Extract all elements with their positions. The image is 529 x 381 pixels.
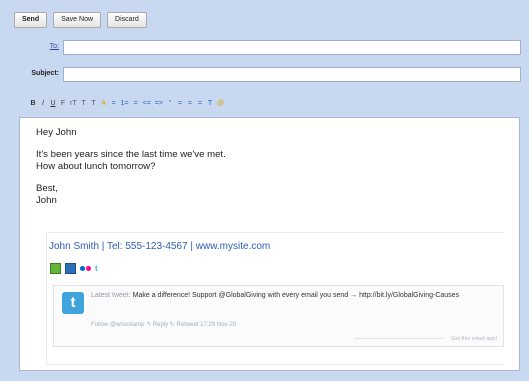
send-button[interactable]: Send xyxy=(14,12,48,28)
divider xyxy=(354,338,443,339)
sender-name: John xyxy=(36,195,57,206)
save-now-button[interactable]: Save Now xyxy=(53,12,102,28)
font-icon[interactable]: F xyxy=(60,100,66,107)
tweet-body[interactable]: Make a difference! Support @GlobalGiving… xyxy=(133,292,459,299)
discard-button[interactable]: Discard xyxy=(107,12,147,28)
body-line-2: How about lunch tomorrow? xyxy=(36,161,156,172)
to-row: To: xyxy=(0,40,529,56)
latest-tweet-box: t Latest tweet: Make a difference! Suppo… xyxy=(53,285,504,347)
signature-contact-line[interactable]: John Smith | Tel: 555-123-4567 | www.mys… xyxy=(49,241,270,252)
indent-less-icon[interactable]: <= xyxy=(143,100,151,107)
twitter-logo-icon[interactable]: t xyxy=(62,292,84,314)
compose-toolbar: Send Save Now Discard xyxy=(14,12,147,28)
linkedin-icon[interactable] xyxy=(65,263,76,274)
numbered-list-icon[interactable]: 1= xyxy=(121,100,129,107)
underline-icon[interactable]: U xyxy=(50,100,56,107)
myspace-icon[interactable] xyxy=(50,263,61,274)
formatting-toolbar: B I U F rT T T A = 1= = <= => “ = = = T … xyxy=(30,100,224,107)
tweet-meta[interactable]: Follow @wisestamp ↰ Reply ↻ Retweet 17:2… xyxy=(91,321,236,328)
font-size-icon[interactable]: rT xyxy=(70,100,77,107)
subject-label: Subject: xyxy=(31,70,59,77)
get-app-link[interactable]: Get this email app! xyxy=(451,336,497,342)
to-field[interactable] xyxy=(63,40,521,55)
bold-icon[interactable]: B xyxy=(30,100,36,107)
message-body[interactable]: Hey John It's been years since the last … xyxy=(36,127,226,207)
align-right-icon[interactable]: = xyxy=(197,100,203,107)
align-center-icon[interactable]: = xyxy=(187,100,193,107)
to-label[interactable]: To: xyxy=(50,43,59,50)
email-signature: John Smith | Tel: 555-123-4567 | www.mys… xyxy=(46,232,504,365)
remove-formatting-icon[interactable]: T xyxy=(207,100,213,107)
quote-icon[interactable]: “ xyxy=(167,100,173,107)
flickr-icon[interactable] xyxy=(80,264,91,273)
spell-check-icon[interactable]: @ xyxy=(217,100,224,107)
tweet-text: Latest tweet: Make a difference! Support… xyxy=(91,291,491,300)
subject-row: Subject: xyxy=(0,67,529,83)
subject-field[interactable] xyxy=(63,67,521,82)
text-color-icon[interactable]: T xyxy=(81,100,87,107)
bulleted-list-icon[interactable]: = xyxy=(133,100,139,107)
highlight-color-icon[interactable]: T xyxy=(91,100,97,107)
emoji-icon[interactable]: A xyxy=(101,100,107,107)
compose-window: Send Save Now Discard To: Subject: B I U… xyxy=(0,0,529,381)
link-icon[interactable]: = xyxy=(111,100,117,107)
body-line-1: It's been years since the last time we'v… xyxy=(36,149,226,160)
align-left-icon[interactable]: = xyxy=(177,100,183,107)
closing-text: Best, xyxy=(36,183,58,194)
italic-icon[interactable]: I xyxy=(40,100,46,107)
message-editor[interactable]: Hey John It's been years since the last … xyxy=(19,117,520,371)
tweet-prefix: Latest tweet: xyxy=(91,292,131,299)
greeting-text: Hey John xyxy=(36,127,77,138)
social-icons: t xyxy=(50,263,104,274)
twitter-icon[interactable]: t xyxy=(95,264,104,273)
indent-more-icon[interactable]: => xyxy=(155,100,163,107)
